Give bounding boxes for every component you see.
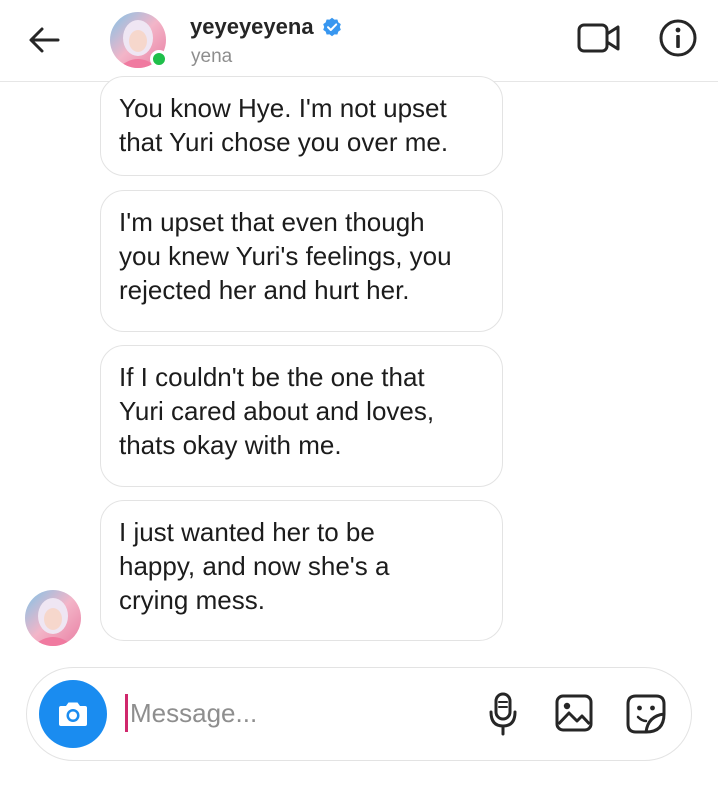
video-camera-icon: [577, 23, 620, 53]
voice-message-button[interactable]: [483, 690, 523, 738]
sender-avatar[interactable]: [25, 590, 81, 646]
microphone-icon: [489, 692, 517, 736]
username-text: yeyeyeyena: [190, 14, 314, 39]
message-bubble[interactable]: I'm upset that even though you knew Yuri…: [100, 190, 503, 332]
message-input[interactable]: [130, 690, 460, 736]
chat-subname: yena: [191, 46, 233, 67]
online-status-dot: [150, 50, 168, 68]
verified-badge-icon: [322, 17, 341, 37]
gallery-button[interactable]: [553, 692, 595, 734]
info-icon: [659, 19, 697, 57]
message-composer: [26, 667, 692, 761]
camera-button[interactable]: [39, 680, 107, 748]
image-gallery-icon: [555, 694, 593, 732]
message-bubble[interactable]: You know Hye. I'm not upset that Yuri ch…: [100, 76, 503, 176]
video-call-button[interactable]: [575, 18, 623, 58]
back-button[interactable]: [22, 20, 66, 60]
sticker-button[interactable]: [624, 692, 668, 736]
message-thread[interactable]: You know Hye. I'm not upset that Yuri ch…: [0, 76, 718, 652]
message-bubble[interactable]: If I couldn't be the one that Yuri cared…: [100, 345, 503, 487]
text-caret: [125, 694, 128, 732]
arrow-left-icon: [29, 27, 60, 53]
info-button[interactable]: [656, 16, 700, 60]
chat-username[interactable]: yeyeyeyena: [190, 14, 342, 40]
chat-header: yeyeyeyena yena: [0, 0, 718, 82]
profile-avatar[interactable]: [110, 12, 168, 68]
sticker-icon: [626, 694, 666, 734]
camera-icon: [59, 702, 87, 726]
message-bubble[interactable]: I just wanted her to be happy, and now s…: [100, 500, 503, 641]
